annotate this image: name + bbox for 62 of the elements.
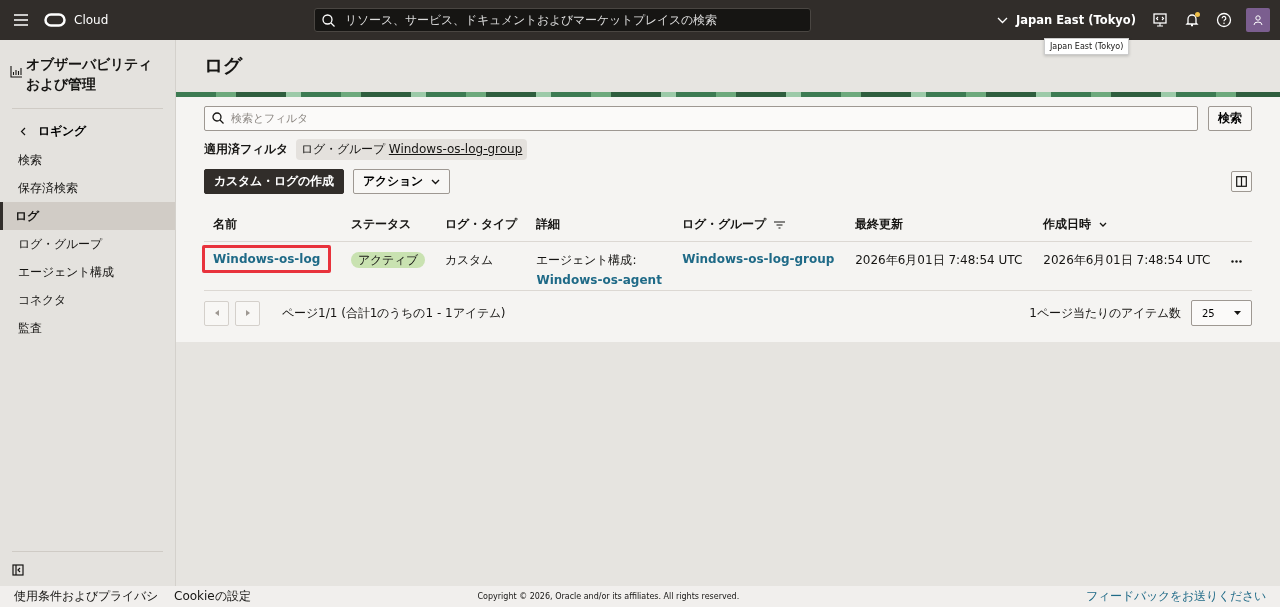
collapse-panel-icon[interactable] [12,564,24,576]
per-page-select[interactable]: 25 [1191,300,1252,326]
sidebar-item[interactable]: 検索 [0,146,175,174]
chevron-down-icon [431,178,440,185]
logo-icon[interactable] [44,13,66,27]
sidebar-item[interactable]: ログ [0,202,175,230]
per-page-label: 1ページ当たりのアイテム数 [1029,304,1181,322]
bell-icon[interactable] [1184,12,1200,28]
column-header: ログ・タイプ [445,217,517,231]
table-cell: 2026年6月01日 7:48:54 UTC [855,253,1023,267]
feedback-link[interactable]: フィードバックをお送りください [1086,588,1266,605]
columns-button[interactable] [1231,171,1252,192]
sidebar-item[interactable]: 保存済検索 [0,174,175,202]
caret-down-icon [1234,311,1241,315]
column-header: ログ・グループ [682,217,767,231]
table-cell: カスタム [445,253,493,267]
help-icon[interactable] [1216,12,1232,28]
sidebar-item[interactable]: 監査 [0,314,175,342]
log-group-link[interactable]: Windows-os-log-group [682,252,835,266]
log-name-link[interactable]: Windows-os-log [213,252,321,266]
back-link[interactable]: ロギング [0,109,175,146]
search-filter-field[interactable]: 検索とフィルタ [204,106,1198,131]
more-icon[interactable] [1231,260,1243,263]
column-header: ステータス [351,217,412,231]
chevron-left-icon [20,127,26,136]
column-header: 最終更新 [855,217,904,231]
brand-name: Cloud [74,13,109,27]
pagination-summary: ページ1/1 (合計1のうちの1 - 1アイテム) [282,304,506,322]
chevron-down-icon [997,16,1009,24]
chart-icon [10,66,22,78]
chevron-down-icon[interactable] [1099,222,1108,227]
agent-config-link[interactable]: Windows-os-agent [536,273,662,287]
tooltip: Japan East (Tokyo) [1044,38,1130,55]
person-icon [1253,15,1263,25]
columns-icon [1236,176,1247,187]
applied-filters-label: 適用済フィルタ [204,141,288,158]
triangle-right-icon [245,310,250,316]
triangle-left-icon [214,310,219,316]
filter-chip[interactable]: ログ・グループ Windows-os-log-group [296,139,528,160]
avatar[interactable] [1246,8,1270,32]
filter-icon[interactable] [774,220,786,229]
column-header: 作成日時 [1043,217,1092,231]
status-badge: アクティブ [351,252,426,268]
monitor-icon[interactable] [1152,12,1168,28]
sidebar-item[interactable]: エージェント構成 [0,258,175,286]
table-cell: 2026年6月01日 7:48:54 UTC [1043,253,1211,267]
region-selector[interactable]: Japan East (Tokyo) [997,13,1136,27]
search-button[interactable]: 検索 [1208,106,1252,131]
menu-icon[interactable] [14,14,28,26]
sidebar-item[interactable]: コネクタ [0,286,175,314]
actions-button[interactable]: アクション [353,169,450,194]
copyright-text: Copyright © 2026, Oracle and/or its affiliates. All rights reserved. [477,592,741,601]
create-log-button[interactable]: カスタム・ログの作成 [204,169,344,194]
column-header: 名前 [213,217,237,231]
footer-link[interactable]: 使用条件およびプライバシ [14,588,158,605]
search-field[interactable]: リソース、サービス、ドキュメントおよびマーケットプレイスの検索 [314,8,811,32]
sidebar-title: オブザーバビリティおよび管理 [26,55,153,94]
column-header: 詳細 [536,217,561,231]
page-title: ログ [204,53,242,78]
detail-label: エージェント構成: [536,252,638,269]
sidebar-item[interactable]: ログ・グループ [0,230,175,258]
footer-link[interactable]: Cookieの設定 [174,588,251,605]
